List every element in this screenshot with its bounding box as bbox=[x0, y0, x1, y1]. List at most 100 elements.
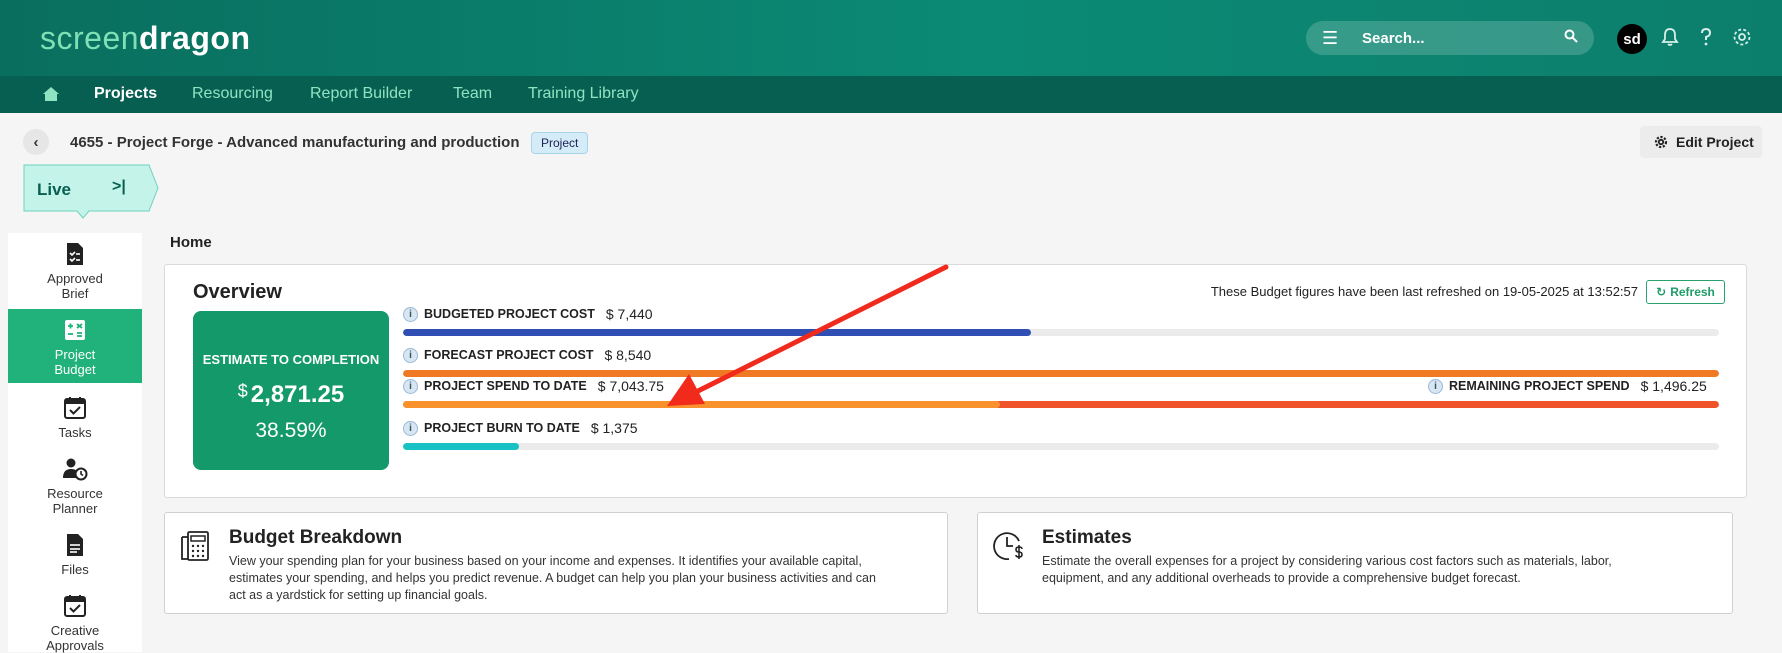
etc-percent: 38.59% bbox=[255, 419, 327, 442]
refresh-icon: ↻ bbox=[1656, 285, 1667, 299]
overview-title: Overview bbox=[193, 281, 282, 303]
refresh-button[interactable]: ↻ Refresh bbox=[1646, 280, 1725, 304]
menu-icon[interactable]: ☰ bbox=[1322, 28, 1346, 49]
description-line: equipment, and any additional overheads … bbox=[1042, 571, 1521, 585]
metric-project-spend-to-date: i PROJECT SPEND TO DATE $ 7,043.75 bbox=[403, 378, 664, 394]
clock-dollar-icon bbox=[993, 532, 1023, 561]
approved-brief-icon bbox=[67, 243, 83, 265]
budget-breakdown-icon bbox=[181, 531, 209, 561]
metric-project-burn-to-date: i PROJECT BURN TO DATE $ 1,375 bbox=[403, 420, 638, 436]
info-icon[interactable]: i bbox=[403, 306, 418, 322]
sidebar-item-label: Planner bbox=[52, 501, 98, 516]
etc-currency: $ bbox=[237, 381, 248, 401]
nav-projects[interactable]: Projects bbox=[94, 85, 157, 103]
info-icon[interactable]: i bbox=[403, 347, 418, 363]
collapse-icon[interactable]: >| bbox=[112, 178, 126, 196]
sidebar-item-label: Creative bbox=[50, 623, 100, 638]
metric-value: $ 1,496.25 bbox=[1640, 378, 1707, 394]
sidebar-item-resource-planner[interactable]: Resource Planner bbox=[8, 448, 142, 522]
edit-project-button[interactable]: Edit Project bbox=[1640, 126, 1762, 158]
help-icon[interactable] bbox=[1695, 26, 1717, 48]
sidebar-item-label: Budget bbox=[54, 362, 96, 377]
sidebar-item-label: Approvals bbox=[46, 638, 104, 653]
budget-breakdown-description: View your spending plan for your busines… bbox=[229, 553, 876, 604]
budget-breakdown-card[interactable]: Budget Breakdown View your spending plan… bbox=[164, 512, 948, 614]
nav-report-builder[interactable]: Report Builder bbox=[310, 85, 412, 103]
metric-label: REMAINING PROJECT SPEND bbox=[1449, 379, 1630, 393]
project-sidebar: Approved Brief Project Budget Tasks Reso… bbox=[8, 233, 142, 653]
metric-value: $ 7,440 bbox=[605, 306, 653, 322]
metric-label: FORECAST PROJECT COST bbox=[424, 348, 594, 362]
gear-icon[interactable] bbox=[1731, 26, 1753, 48]
status-label: Live bbox=[37, 180, 72, 199]
search-bar[interactable]: ☰ bbox=[1306, 21, 1594, 55]
edit-project-label: Edit Project bbox=[1676, 134, 1754, 150]
home-icon[interactable] bbox=[42, 85, 60, 103]
refresh-timestamp: These Budget figures have been last refr… bbox=[1210, 284, 1638, 299]
description-line: act as a yardstick for setting up financ… bbox=[229, 588, 488, 602]
estimates-description: Estimate the overall expenses for a proj… bbox=[1042, 553, 1612, 587]
resource-planner-icon bbox=[63, 458, 88, 481]
metric-value: $ 7,043.75 bbox=[597, 378, 664, 394]
nav-team[interactable]: Team bbox=[453, 85, 492, 103]
search-input[interactable] bbox=[1362, 29, 1552, 47]
etc-value: $2,871.25 bbox=[193, 381, 389, 409]
metric-value: $ 8,540 bbox=[604, 347, 652, 363]
nav-resourcing[interactable]: Resourcing bbox=[192, 85, 273, 103]
metric-label: BUDGETED PROJECT COST bbox=[424, 307, 595, 321]
sidebar-item-approved-brief[interactable]: Approved Brief bbox=[8, 233, 142, 301]
forecast-progress-track bbox=[403, 370, 1719, 377]
sidebar-item-tasks[interactable]: Tasks bbox=[8, 387, 142, 447]
calculator-icon bbox=[65, 320, 85, 340]
logo[interactable]: screendragon bbox=[40, 20, 250, 57]
nav-training-library[interactable]: Training Library bbox=[528, 85, 639, 103]
file-icon bbox=[67, 534, 83, 556]
sidebar-item-creative-approvals[interactable]: Creative Approvals bbox=[8, 585, 142, 653]
top-bar: screendragon ☰ sd bbox=[0, 0, 1782, 76]
sidebar-item-label: Files bbox=[61, 562, 89, 577]
project-type-badge: Project bbox=[531, 132, 589, 154]
estimates-card[interactable]: Estimates Estimate the overall expenses … bbox=[977, 512, 1733, 614]
metric-label: PROJECT SPEND TO DATE bbox=[424, 379, 587, 393]
budget-breakdown-title: Budget Breakdown bbox=[229, 527, 403, 548]
avatar[interactable]: sd bbox=[1617, 24, 1647, 54]
gear-icon bbox=[1654, 135, 1668, 149]
info-icon[interactable]: i bbox=[403, 378, 418, 394]
burn-progress-fill bbox=[403, 443, 519, 450]
info-icon[interactable]: i bbox=[1428, 378, 1443, 394]
chevron-left-icon: ‹ bbox=[33, 133, 39, 151]
metric-forecast-project-cost: i FORECAST PROJECT COST $ 8,540 bbox=[403, 347, 651, 363]
back-button[interactable]: ‹ bbox=[23, 129, 49, 155]
metric-label: PROJECT BURN TO DATE bbox=[424, 421, 580, 435]
sidebar-item-project-budget[interactable]: Project Budget bbox=[8, 309, 142, 383]
overview-panel: Overview These Budget figures have been … bbox=[164, 264, 1747, 498]
etc-amount: 2,871.25 bbox=[250, 381, 345, 408]
info-icon[interactable]: i bbox=[403, 420, 418, 436]
metric-value: $ 1,375 bbox=[590, 420, 638, 436]
etc-label: ESTIMATE TO COMPLETION bbox=[202, 352, 380, 367]
search-icon[interactable] bbox=[1564, 29, 1578, 43]
forecast-progress-fill bbox=[403, 370, 1719, 377]
refresh-label: Refresh bbox=[1670, 285, 1715, 299]
sidebar-item-label: Project bbox=[54, 347, 96, 362]
description-line: Estimate the overall expenses for a proj… bbox=[1042, 554, 1612, 568]
metric-budgeted-project-cost: i BUDGETED PROJECT COST $ 7,440 bbox=[403, 306, 653, 322]
burn-progress-track bbox=[403, 443, 1719, 450]
sidebar-item-label: Tasks bbox=[58, 425, 92, 440]
calendar-check-icon bbox=[64, 595, 86, 617]
spend-progress-track bbox=[403, 401, 1719, 408]
sidebar-item-label: Resource bbox=[47, 486, 103, 501]
estimate-to-completion-card: ESTIMATE TO COMPLETION $2,871.25 38.59% bbox=[193, 311, 389, 470]
description-line: estimates your spending, and helps you p… bbox=[229, 571, 876, 585]
sidebar-item-label: Approved bbox=[47, 271, 103, 286]
main-nav: Projects Resourcing Report Builder Team … bbox=[0, 76, 1782, 113]
logo-part-screen: screen bbox=[40, 20, 140, 56]
budgeted-progress-fill bbox=[403, 329, 1031, 336]
sidebar-item-files[interactable]: Files bbox=[8, 524, 142, 584]
description-line: View your spending plan for your busines… bbox=[229, 554, 862, 568]
page-title: 4655 - Project Forge - Advanced manufact… bbox=[70, 134, 520, 151]
breadcrumb: Home bbox=[170, 234, 212, 251]
logo-part-dragon: dragon bbox=[139, 20, 251, 56]
bell-icon[interactable] bbox=[1659, 26, 1681, 48]
status-stage-live[interactable]: Live >| bbox=[23, 164, 159, 219]
